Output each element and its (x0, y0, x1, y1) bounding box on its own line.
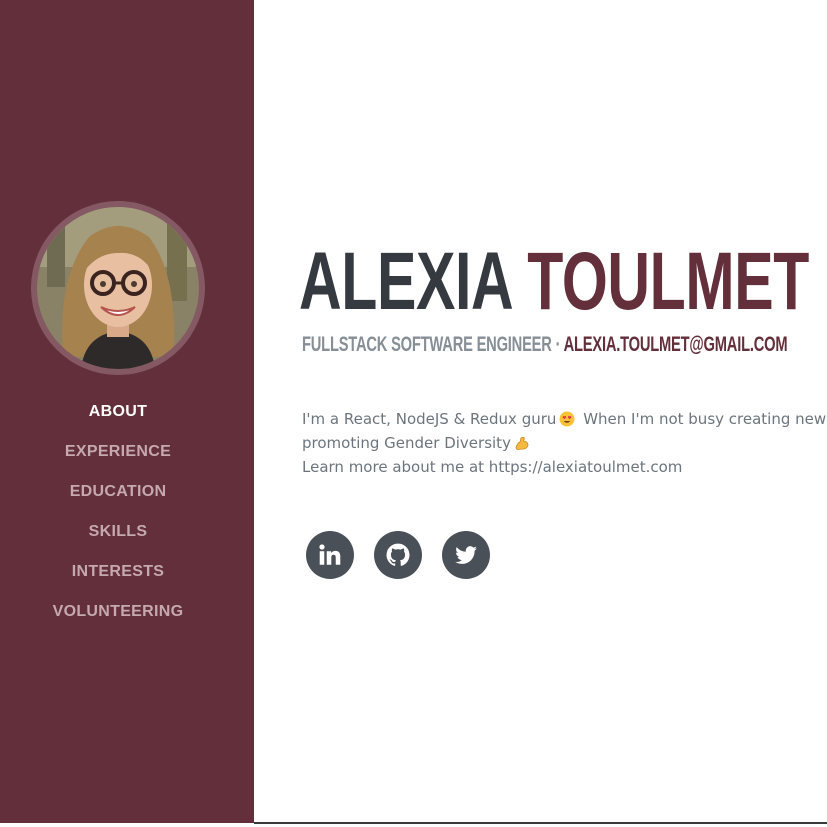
last-name: TOULMET (527, 236, 809, 327)
heart-eyes-emoji-icon (559, 410, 575, 434)
profile-avatar (31, 201, 205, 375)
twitter-icon (455, 546, 477, 564)
nav-item-experience[interactable]: EXPERIENCE (0, 440, 236, 480)
twitter-link[interactable] (442, 531, 490, 579)
nav-item-volunteering[interactable]: VOLUNTEERING (0, 600, 236, 640)
first-name: ALEXIA (299, 236, 512, 327)
nav-item-skills[interactable]: SKILLS (0, 520, 236, 560)
sidebar-nav: ABOUT EXPERIENCE EDUCATION SKILLS INTERE… (0, 400, 236, 640)
bio-line-2-text: promoting Gender Diversity (302, 434, 511, 452)
bio-line-3: Learn more about me at https://alexiatou… (302, 458, 683, 476)
nav-item-about[interactable]: ABOUT (0, 400, 236, 440)
nav-item-education[interactable]: EDUCATION (0, 480, 236, 520)
job-title: FULLSTACK SOFTWARE ENGINEER (302, 333, 552, 356)
linkedin-icon (319, 544, 341, 565)
email-link[interactable]: ALEXIA.TOULMET@GMAIL.COM (564, 333, 788, 356)
bio-line-1-text: I'm a React, NodeJS & Redux guru (302, 410, 557, 428)
sidebar: ABOUT EXPERIENCE EDUCATION SKILLS INTERE… (0, 0, 254, 823)
linkedin-link[interactable] (306, 531, 354, 579)
profile-name: ALEXIA TOULMET (299, 236, 809, 328)
subheading-separator: · (555, 333, 561, 356)
github-icon (386, 543, 410, 566)
bio-line-2: promoting Gender Diversity (302, 431, 827, 455)
nav-item-interests[interactable]: INTERESTS (0, 560, 236, 600)
profile-photo (37, 207, 199, 369)
profile-subheading: FULLSTACK SOFTWARE ENGINEER · ALEXIA.TOU… (302, 332, 788, 358)
bottom-divider (254, 822, 827, 824)
github-link[interactable] (374, 531, 422, 579)
bio-text: I'm a React, NodeJS & Redux guru When I'… (302, 407, 827, 479)
bio-line-1: I'm a React, NodeJS & Redux guru When I'… (302, 407, 827, 431)
bio-line-1-continuation: When I'm not busy creating new R (583, 410, 827, 428)
